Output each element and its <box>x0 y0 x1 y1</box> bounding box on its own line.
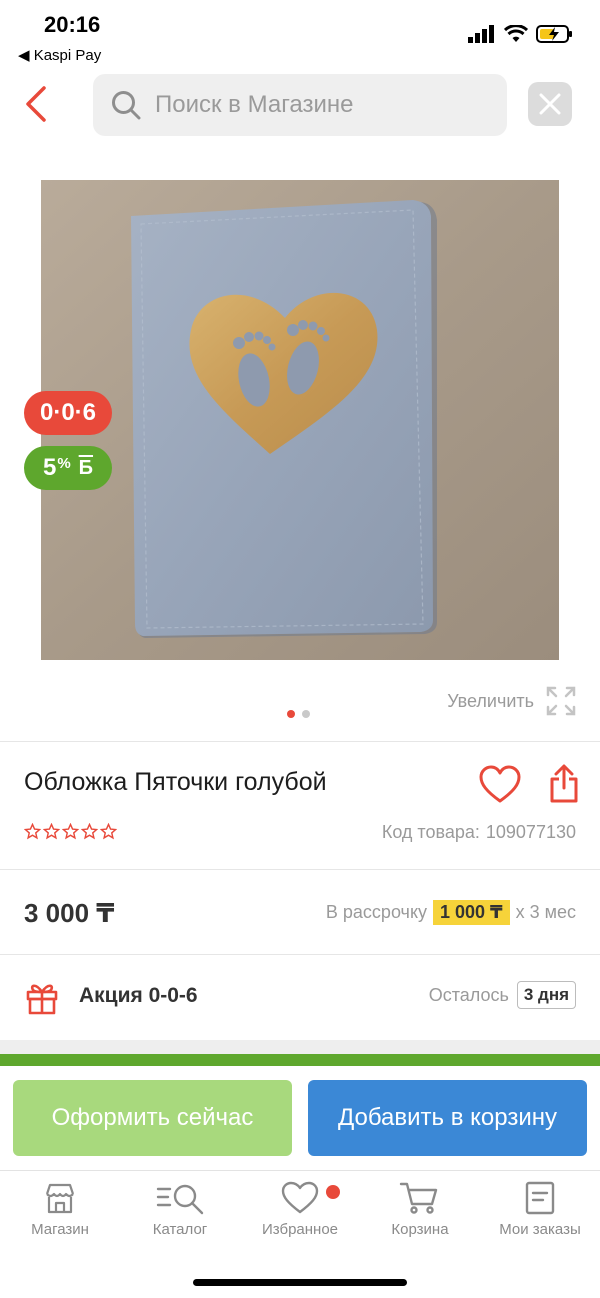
credit-badge: 0·0·6 <box>24 391 112 435</box>
pager-dot-active[interactable] <box>287 710 295 718</box>
divider <box>0 741 600 742</box>
signal-icon <box>468 25 494 43</box>
search-input[interactable]: Поиск в Магазине <box>93 74 507 136</box>
accent-line <box>0 1054 600 1066</box>
product-image[interactable] <box>41 180 559 660</box>
installment-info[interactable]: В рассрочку 1 000 ₸ х 3 мес <box>326 900 576 925</box>
back-to-app-link[interactable]: ◀ Kaspi Pay <box>18 46 101 64</box>
tab-bar: Магазин Каталог Избранное Корзина Мои за… <box>0 1170 600 1298</box>
share-icon <box>550 764 578 803</box>
installment-amount: 1 000 ₸ <box>433 900 510 925</box>
remaining-label: Осталось <box>428 984 509 1005</box>
sku-label: Код товара: <box>381 822 480 842</box>
catalog-icon <box>156 1184 204 1215</box>
heart-icon <box>281 1181 319 1214</box>
star-icon <box>100 823 117 840</box>
divider <box>0 869 600 870</box>
tab-cart[interactable]: Корзина <box>360 1181 480 1238</box>
tab-label: Каталог <box>152 1221 208 1238</box>
section-separator <box>0 1040 600 1054</box>
search-icon <box>112 91 141 120</box>
share-button[interactable] <box>548 764 580 804</box>
zoom-label: Увеличить <box>447 690 534 711</box>
product-title: Обложка Пяточки голубой <box>24 768 327 796</box>
installment-prefix: В рассрочку <box>325 902 428 922</box>
bonus-percent: % <box>57 454 71 472</box>
tab-catalog[interactable]: Каталог <box>120 1181 240 1238</box>
remaining-days: 3 дня <box>516 981 576 1009</box>
search-placeholder: Поиск в Магазине <box>155 91 354 118</box>
close-icon <box>539 93 561 115</box>
notification-dot <box>326 1185 340 1199</box>
orders-icon <box>525 1181 555 1215</box>
status-icons <box>468 24 574 44</box>
rating-stars[interactable] <box>24 823 117 840</box>
promo-remaining: Осталось 3 дня <box>429 981 576 1009</box>
search-row: Поиск в Магазине <box>0 72 600 138</box>
back-button[interactable] <box>18 84 54 124</box>
pager-dot[interactable] <box>302 710 310 718</box>
bonus-badge: 5% Б <box>24 446 112 490</box>
tab-label: Магазин <box>31 1221 89 1238</box>
gallery-pager <box>287 710 310 718</box>
battery-icon <box>536 25 572 43</box>
expand-icon <box>546 686 576 716</box>
star-icon <box>43 823 60 840</box>
star-icon <box>24 823 41 840</box>
wifi-icon <box>504 25 528 42</box>
zoom-button[interactable]: Увеличить <box>447 686 576 716</box>
store-icon <box>45 1183 75 1214</box>
heart-icon <box>479 765 521 803</box>
clear-search-button[interactable] <box>528 82 572 126</box>
favorite-button[interactable] <box>478 765 522 805</box>
tab-label: Мои заказы <box>499 1221 581 1238</box>
gift-icon <box>26 984 58 1015</box>
add-to-cart-button[interactable]: Добавить в корзину <box>308 1080 587 1156</box>
status-bar: 20:16 ◀ Kaspi Pay <box>0 0 600 70</box>
tab-orders[interactable]: Мои заказы <box>480 1181 600 1238</box>
tab-store[interactable]: Магазин <box>0 1181 120 1238</box>
sku-value: 109077130 <box>485 822 576 842</box>
promo-label[interactable]: Акция 0-0-6 <box>79 984 198 1008</box>
product-photo <box>41 180 559 660</box>
star-icon <box>81 823 98 840</box>
installment-suffix: х 3 мес <box>515 902 576 922</box>
action-bar: Оформить сейчас Добавить в корзину <box>0 1066 600 1170</box>
cart-icon <box>399 1182 438 1214</box>
tab-favorites[interactable]: Избранное <box>240 1181 360 1238</box>
product-price: 3 000 ₸ <box>24 898 115 928</box>
order-now-button[interactable]: Оформить сейчас <box>13 1080 292 1156</box>
bonus-symbol: Б <box>78 456 94 479</box>
star-icon <box>62 823 79 840</box>
home-indicator <box>193 1279 407 1286</box>
bonus-value: 5 <box>42 454 57 481</box>
divider <box>0 954 600 955</box>
tab-label: Избранное <box>261 1221 339 1238</box>
chevron-left-icon <box>26 86 46 122</box>
status-time: 20:16 <box>44 12 101 37</box>
tab-label: Корзина <box>391 1221 449 1238</box>
product-sku: Код товара: 109077130 <box>382 822 576 843</box>
